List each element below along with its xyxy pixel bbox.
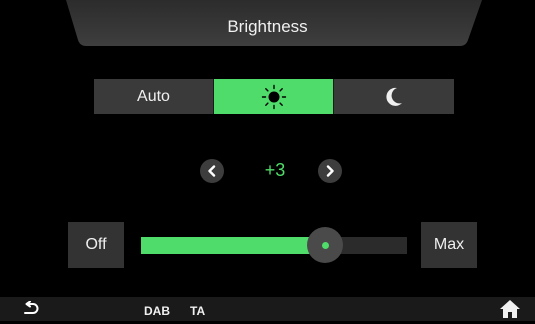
night-mode-button[interactable] bbox=[334, 79, 454, 114]
brightness-slider-track[interactable] bbox=[141, 237, 407, 254]
page-title: Brightness bbox=[227, 17, 308, 36]
brightness-slider-fill bbox=[141, 237, 325, 254]
auto-mode-label: Auto bbox=[137, 87, 170, 105]
home-icon bbox=[500, 300, 520, 318]
decrease-button[interactable] bbox=[200, 159, 224, 183]
home-button[interactable] bbox=[499, 299, 521, 324]
auto-mode-button[interactable]: Auto bbox=[94, 79, 214, 114]
moon-icon bbox=[386, 87, 402, 106]
chevron-right-icon bbox=[326, 165, 334, 177]
sun-icon bbox=[261, 84, 286, 109]
day-mode-button[interactable] bbox=[214, 79, 334, 114]
title-bar: Brightness bbox=[0, 0, 535, 48]
brightness-level-value: +3 bbox=[264, 160, 286, 180]
ta-indicator: TA bbox=[190, 304, 206, 318]
off-label: Off bbox=[85, 236, 107, 253]
dab-indicator: DAB bbox=[144, 304, 170, 318]
slider-thumb-dot bbox=[321, 241, 329, 249]
increase-button[interactable] bbox=[318, 159, 342, 183]
back-arrow-icon bbox=[24, 300, 39, 314]
off-button[interactable]: Off bbox=[68, 222, 124, 268]
brightness-slider-thumb[interactable] bbox=[307, 227, 343, 263]
max-label: Max bbox=[433, 236, 465, 253]
back-button[interactable] bbox=[22, 300, 40, 322]
status-bar bbox=[0, 297, 535, 321]
chevron-left-icon bbox=[208, 165, 216, 177]
brightness-mode-selector: Auto bbox=[94, 79, 454, 114]
max-button[interactable]: Max bbox=[421, 222, 477, 268]
